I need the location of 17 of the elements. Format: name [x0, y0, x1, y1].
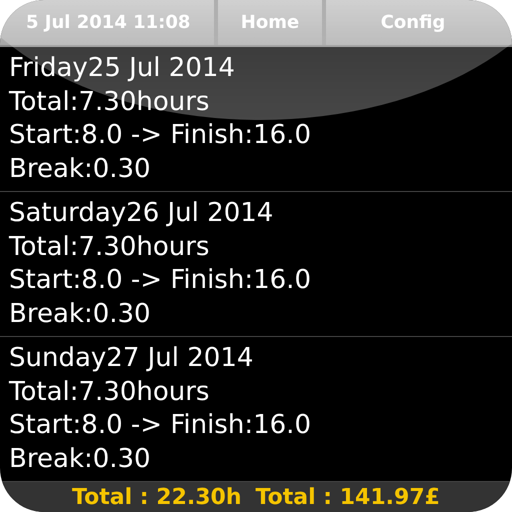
- start-finish-times: Start:8.0 -> Finish:16.0: [9, 264, 312, 298]
- day-heading: Saturday26 Jul 2014: [9, 197, 274, 230]
- total-hours: Total:7.30hours: [9, 86, 210, 119]
- break-time: Break:0.30: [9, 298, 152, 331]
- break-time: Break:0.30: [9, 152, 152, 186]
- day-heading: Sunday27 Jul 2014: [9, 342, 254, 376]
- total-hours-summary: Total : 22.30h: [72, 484, 242, 510]
- total-hours: Total:7.30hours: [9, 376, 210, 409]
- day-entry[interactable]: Friday25 Jul 2014 Total:7.30hours Start:8.0 -> Finish:16.0 Break:0.30: [0, 47, 512, 192]
- date-time: 5 Jul 2014 11:08: [0, 0, 218, 46]
- day-heading: Friday25 Jul 2014: [9, 52, 236, 86]
- start-finish-times: Start:8.0 -> Finish:16.0: [9, 409, 312, 442]
- start-finish-times: Start:8.0 -> Finish:16.0: [9, 119, 312, 152]
- total-hours: Total:7.30hours: [9, 230, 210, 264]
- day-entry[interactable]: Saturday26 Jul 2014 Total:7.30hours Start:8.0 -> Finish:16.0 Break:0.30: [0, 192, 512, 338]
- break-time: Break:0.30: [9, 442, 152, 476]
- total-money-summary: Total : 141.97£: [256, 484, 440, 510]
